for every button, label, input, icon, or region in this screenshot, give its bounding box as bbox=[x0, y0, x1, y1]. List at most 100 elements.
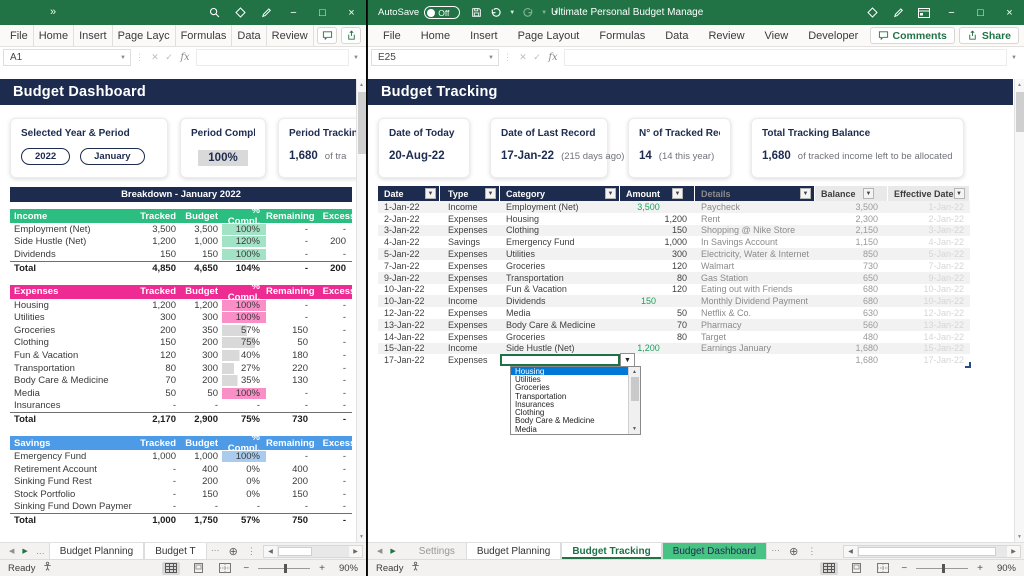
normal-view-icon[interactable] bbox=[820, 562, 838, 575]
cell-budget[interactable]: 1,000 bbox=[180, 236, 222, 247]
share-icon[interactable] bbox=[341, 27, 361, 44]
cell-effective-date[interactable]: 17-Jan-22 bbox=[888, 355, 970, 365]
table-row[interactable]: Dividends150150100%-- bbox=[10, 248, 352, 261]
dropdown-scrollbar[interactable]: ▲ ▼ bbox=[628, 367, 640, 434]
row-label[interactable]: Groceries bbox=[10, 325, 132, 336]
cell-balance[interactable]: 730 bbox=[815, 261, 888, 271]
table-row[interactable]: Emergency Fund1,0001,000100%-- bbox=[10, 450, 352, 463]
cell-effective-date[interactable]: 14-Jan-22 bbox=[888, 332, 970, 342]
table-row[interactable]: Retirement Account-4000%400- bbox=[10, 463, 352, 476]
quick-access-overflow-icon[interactable]: » bbox=[0, 6, 62, 20]
page-layout-view-icon[interactable] bbox=[189, 562, 207, 575]
cell-remaining[interactable]: - bbox=[266, 263, 316, 274]
cell-excess[interactable]: - bbox=[316, 363, 352, 374]
cell-remaining[interactable]: 400 bbox=[266, 464, 316, 475]
cell-tracked[interactable]: 150 bbox=[132, 337, 180, 348]
cell-type[interactable]: Income bbox=[440, 202, 500, 212]
comments-icon[interactable] bbox=[317, 27, 337, 44]
table-row[interactable]: Sinking Fund Rest-2000%200- bbox=[10, 475, 352, 488]
cell-tracked[interactable]: 1,200 bbox=[132, 236, 180, 247]
sheet-tab-budget-tracking[interactable]: Budget Tracking bbox=[561, 543, 661, 559]
row-label[interactable]: Total bbox=[10, 414, 132, 425]
cell-tracked[interactable]: - bbox=[132, 476, 180, 487]
cell-excess[interactable]: - bbox=[316, 464, 352, 475]
share-button[interactable]: Share bbox=[959, 27, 1019, 44]
scroll-down-icon[interactable]: ▼ bbox=[357, 531, 366, 542]
cell-budget[interactable]: - bbox=[180, 400, 222, 411]
menu-tab-review[interactable]: Review bbox=[698, 25, 754, 46]
cell-balance[interactable]: 630 bbox=[815, 308, 888, 318]
cell-pct-compl[interactable]: 100% bbox=[222, 388, 266, 399]
cell-category[interactable]: Clothing bbox=[500, 225, 620, 235]
cell-type[interactable]: Income bbox=[440, 296, 500, 306]
customize-qat-icon[interactable]: ▼ bbox=[551, 10, 561, 16]
menu-tab-review[interactable]: Review bbox=[267, 25, 314, 46]
menu-tab-home[interactable]: Home bbox=[34, 25, 74, 46]
cell-excess[interactable]: - bbox=[316, 325, 352, 336]
cell-effective-date[interactable]: 3-Jan-22 bbox=[888, 225, 970, 235]
scroll-down-icon[interactable]: ▼ bbox=[629, 424, 640, 434]
tab-scroll-right-icon[interactable]: ▶ bbox=[386, 547, 399, 555]
accessibility-checker-icon[interactable] bbox=[410, 561, 421, 575]
cell-pct-compl[interactable]: 57% bbox=[222, 325, 266, 336]
cell-amount[interactable]: 1,200 bbox=[620, 343, 695, 353]
save-icon[interactable] bbox=[467, 0, 485, 25]
filter-icon[interactable]: ▼ bbox=[954, 188, 965, 199]
minimize-button[interactable]: − bbox=[279, 0, 308, 25]
cell-type[interactable]: Expenses bbox=[440, 214, 500, 224]
filter-icon[interactable]: ▼ bbox=[485, 188, 496, 199]
scrollbar-thumb[interactable] bbox=[278, 547, 312, 556]
cell-balance[interactable]: 2,150 bbox=[815, 225, 888, 235]
cell-remaining[interactable]: - bbox=[266, 236, 316, 247]
cell-budget[interactable]: 1,000 bbox=[180, 451, 222, 462]
page-break-view-icon[interactable] bbox=[874, 562, 892, 575]
cell-tracked[interactable]: 150 bbox=[132, 249, 180, 260]
tab-overflow-ellipsis[interactable]: … bbox=[767, 543, 784, 559]
cell-type[interactable]: Expenses bbox=[440, 261, 500, 271]
cell-category[interactable]: Employment (Net) bbox=[500, 202, 620, 212]
table-row[interactable]: Media5050100%-- bbox=[10, 387, 352, 400]
redo-dropdown-icon[interactable]: ▼ bbox=[539, 10, 549, 16]
cell-tracked[interactable]: - bbox=[132, 489, 180, 500]
cell-amount[interactable]: 80 bbox=[620, 273, 695, 283]
cell-amount[interactable]: 120 bbox=[620, 284, 695, 294]
column-header-type[interactable]: Type▼ bbox=[440, 186, 500, 201]
total-row[interactable]: Total2,1702,90075%730- bbox=[10, 412, 352, 426]
cell-effective-date[interactable]: 2-Jan-22 bbox=[888, 214, 970, 224]
selected-cell[interactable] bbox=[500, 354, 620, 366]
cell-effective-date[interactable]: 10-Jan-22 bbox=[888, 284, 970, 294]
cell-effective-date[interactable]: 7-Jan-22 bbox=[888, 261, 970, 271]
cell-pct-compl[interactable]: - bbox=[222, 400, 266, 411]
cell-amount[interactable]: 3,500 bbox=[620, 202, 695, 212]
cell-excess[interactable]: - bbox=[316, 375, 352, 386]
total-row[interactable]: Total1,0001,75057%750- bbox=[10, 513, 352, 527]
dropdown-option-groceries[interactable]: Groceries bbox=[511, 384, 628, 392]
menu-tab-insert[interactable]: Insert bbox=[460, 25, 508, 46]
table-row[interactable]: Insurances----- bbox=[10, 400, 352, 413]
cell-balance[interactable]: 1,150 bbox=[815, 237, 888, 247]
cell-budget[interactable]: - bbox=[180, 501, 222, 512]
table-row[interactable]: Side Hustle (Net)1,2001,000120%-200 bbox=[10, 236, 352, 249]
cell-remaining[interactable]: 200 bbox=[266, 476, 316, 487]
cell-remaining[interactable]: - bbox=[266, 388, 316, 399]
cell-date[interactable]: 2-Jan-22 bbox=[378, 214, 440, 224]
cell-balance[interactable]: 680 bbox=[815, 296, 888, 306]
cell-type[interactable]: Expenses bbox=[440, 332, 500, 342]
cell-excess[interactable]: - bbox=[316, 312, 352, 323]
cell-balance[interactable]: 480 bbox=[815, 332, 888, 342]
cell-effective-date[interactable]: 1-Jan-22 bbox=[888, 202, 970, 212]
row-label[interactable]: Housing bbox=[10, 300, 132, 311]
cell-date[interactable]: 10-Jan-22 bbox=[378, 284, 440, 294]
tab-overflow-ellipsis[interactable]: … bbox=[32, 546, 49, 556]
scrollbar-thumb[interactable] bbox=[1016, 92, 1024, 132]
cell-type[interactable]: Expenses bbox=[440, 273, 500, 283]
scroll-down-icon[interactable]: ▼ bbox=[1015, 531, 1024, 542]
row-label[interactable]: Fun & Vacation bbox=[10, 350, 132, 361]
menu-tab-formulas[interactable]: Formulas bbox=[176, 25, 233, 46]
table-resize-handle[interactable] bbox=[965, 362, 971, 368]
page-break-view-icon[interactable] bbox=[216, 562, 234, 575]
total-row[interactable]: Total4,8504,650104%-200 bbox=[10, 261, 352, 275]
filter-icon[interactable]: ▼ bbox=[672, 188, 683, 199]
menu-tab-page-layc[interactable]: Page Layc bbox=[113, 25, 176, 46]
cell-category[interactable]: Housing bbox=[500, 214, 620, 224]
